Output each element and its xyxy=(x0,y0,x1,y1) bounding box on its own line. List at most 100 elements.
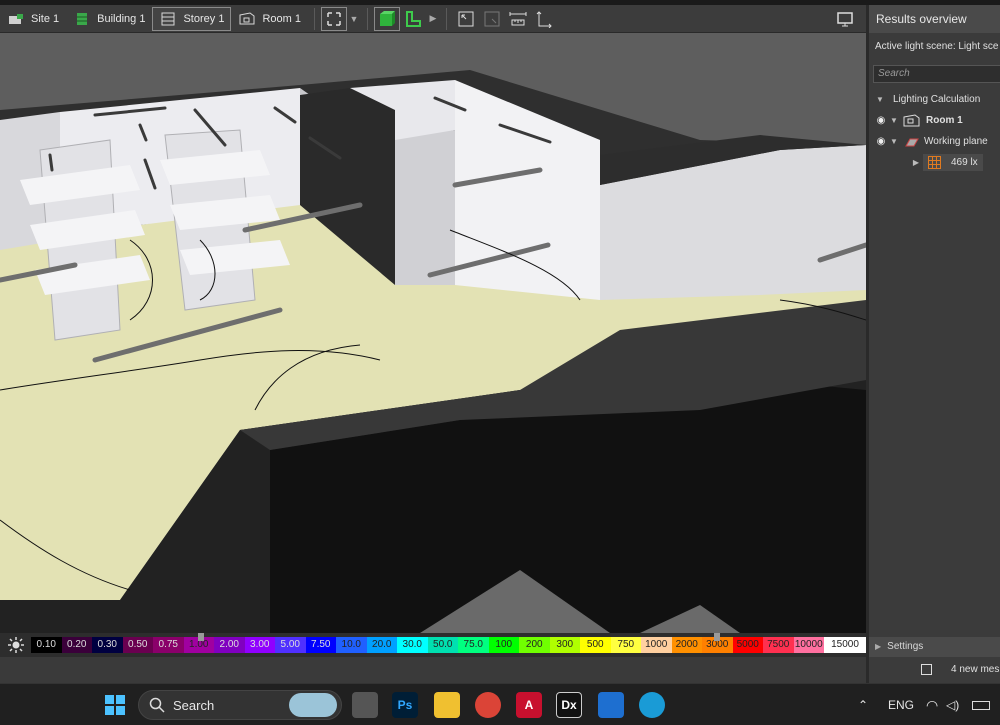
legend-cell: 0.50 xyxy=(122,637,153,653)
eye-icon[interactable]: ◉ xyxy=(873,136,889,147)
selection-frame-button[interactable] xyxy=(320,6,347,31)
legend-cell: 20.0 xyxy=(366,637,397,653)
taskbar-search[interactable]: Search xyxy=(138,690,342,720)
show-hidden-icons-icon[interactable]: ⌃ xyxy=(858,684,868,725)
legend-cell: 7.50 xyxy=(305,637,336,653)
zoom-selection-icon xyxy=(484,11,500,26)
settings-label: Settings xyxy=(887,641,924,652)
toolbar-divider xyxy=(445,7,447,30)
legend-cell: 3.00 xyxy=(244,637,275,653)
display-mode-button[interactable] xyxy=(832,7,858,31)
expand-arrow-icon: ▶ xyxy=(875,642,882,651)
zoom-selection-button[interactable] xyxy=(479,7,505,31)
legend-cell: 750 xyxy=(610,637,641,653)
legend-max-marker[interactable] xyxy=(714,633,720,641)
storey-icon xyxy=(161,12,175,25)
legend-cell: 500 xyxy=(580,637,611,653)
active-light-scene[interactable]: Active light scene: Light sce xyxy=(869,33,1000,61)
photoshop-icon[interactable]: Ps xyxy=(392,692,418,718)
language-indicator[interactable]: ENG xyxy=(888,684,914,725)
legend-cell: 10000 xyxy=(793,637,824,653)
grid-result-icon xyxy=(928,156,941,169)
tree-item-result[interactable]: ▶ 469 lx xyxy=(869,152,1000,173)
legend-cell: 0.75 xyxy=(153,637,184,653)
search-input[interactable]: Search xyxy=(873,65,1000,83)
collapse-arrow-icon[interactable]: ▼ xyxy=(875,95,885,104)
battery-icon[interactable] xyxy=(972,684,990,725)
search-icon xyxy=(149,697,165,713)
zoom-fit-button[interactable] xyxy=(453,7,479,31)
crumb-storey[interactable]: Storey 1 xyxy=(152,6,232,31)
tree-item-lighting-calculation[interactable]: ▼ Lighting Calculation xyxy=(869,89,1000,110)
view-toolbar: Site 1 Building 1 Storey 1 Room 1 ▼ ▶ xyxy=(0,5,866,33)
legend-cell: 0.30 xyxy=(92,637,123,653)
autocad-icon[interactable]: A xyxy=(516,692,542,718)
tree-item-label: Lighting Calculation xyxy=(893,94,981,105)
sun-settings-icon[interactable] xyxy=(0,633,31,657)
tree-item-working-plane[interactable]: ◉ ▼ Working plane xyxy=(869,131,1000,152)
windows-taskbar: Search Ps A Dx ⌃ ENG ◠ ◁) xyxy=(0,683,1000,725)
tree-item-room[interactable]: ◉ ▼ Room 1 xyxy=(869,110,1000,131)
legend-cell: 5000 xyxy=(732,637,763,653)
notifications-label: 4 new mes xyxy=(951,664,1000,675)
legend-cell: 50.0 xyxy=(427,637,458,653)
legend-cell: 2.00 xyxy=(214,637,245,653)
collapse-arrow-icon[interactable]: ▼ xyxy=(889,116,899,125)
chrome-icon[interactable] xyxy=(475,692,501,718)
floor-view-button[interactable] xyxy=(400,7,426,31)
legend-cell: 15000 xyxy=(824,637,866,653)
false-color-legend: 0.10 0.20 0.30 0.50 0.75 1.00 2.00 3.00 5.00 7.50… xyxy=(0,633,866,657)
windows-start-icon[interactable] xyxy=(102,692,128,718)
legend-cell: 1000 xyxy=(641,637,672,653)
search-highlight-image xyxy=(289,693,337,717)
room-icon xyxy=(239,11,255,24)
legend-min-marker[interactable] xyxy=(198,633,204,641)
collapse-arrow-icon[interactable]: ▼ xyxy=(889,137,899,146)
working-plane-icon xyxy=(905,138,919,146)
chevron-right-icon[interactable]: ▶ xyxy=(426,13,440,24)
panel-title: Results overview xyxy=(869,5,1000,33)
crumb-building[interactable]: Building 1 xyxy=(66,7,152,31)
room-icon xyxy=(903,114,920,127)
dimension-button[interactable] xyxy=(531,7,557,31)
3d-scene xyxy=(0,33,866,633)
dialux-icon[interactable]: Dx xyxy=(556,692,582,718)
site-icon xyxy=(9,13,23,24)
results-panel: Results overview Active light scene: Lig… xyxy=(866,5,1000,683)
legend-cell: 100 xyxy=(488,637,519,653)
notifications-status[interactable]: 4 new mes xyxy=(869,657,1000,683)
legend-cell: 10.0 xyxy=(336,637,367,653)
crumb-room-label: Room 1 xyxy=(262,12,301,25)
chevron-down-icon[interactable]: ▼ xyxy=(347,14,361,24)
settings-section[interactable]: ▶ Settings xyxy=(869,637,1000,657)
monitor-icon xyxy=(837,11,853,26)
file-explorer-icon[interactable] xyxy=(434,692,460,718)
installer-icon[interactable] xyxy=(598,692,624,718)
legend-cell: 300 xyxy=(549,637,580,653)
3d-viewport[interactable] xyxy=(0,33,866,633)
legend-cell: 30.0 xyxy=(397,637,428,653)
crumb-storey-label: Storey 1 xyxy=(183,12,225,25)
save-icon xyxy=(921,664,932,675)
volume-icon[interactable]: ◁) xyxy=(946,684,959,725)
toolbar-divider xyxy=(313,7,315,30)
building-icon xyxy=(77,12,88,25)
measure-button[interactable] xyxy=(505,7,531,31)
search-label: Search xyxy=(173,697,215,713)
tree-item-label: Room 1 xyxy=(926,115,963,126)
toolbar-divider xyxy=(366,7,368,30)
crumb-site[interactable]: Site 1 xyxy=(0,7,66,31)
legend-cell: 5.00 xyxy=(275,637,306,653)
edge-icon[interactable] xyxy=(639,692,665,718)
legend-cell: 75.0 xyxy=(458,637,489,653)
crumb-room[interactable]: Room 1 xyxy=(231,7,308,31)
task-view-icon[interactable] xyxy=(352,692,378,718)
wifi-icon[interactable]: ◠ xyxy=(926,684,938,725)
expand-arrow-icon[interactable]: ▶ xyxy=(911,158,921,167)
legend-scale: 0.10 0.20 0.30 0.50 0.75 1.00 2.00 3.00 5.00 7.50… xyxy=(31,633,866,653)
status-bar xyxy=(0,657,866,683)
legend-cell: 2000 xyxy=(671,637,702,653)
eye-icon[interactable]: ◉ xyxy=(873,115,889,126)
solid-view-button[interactable] xyxy=(373,6,400,31)
green-l-shape-icon xyxy=(405,10,421,27)
